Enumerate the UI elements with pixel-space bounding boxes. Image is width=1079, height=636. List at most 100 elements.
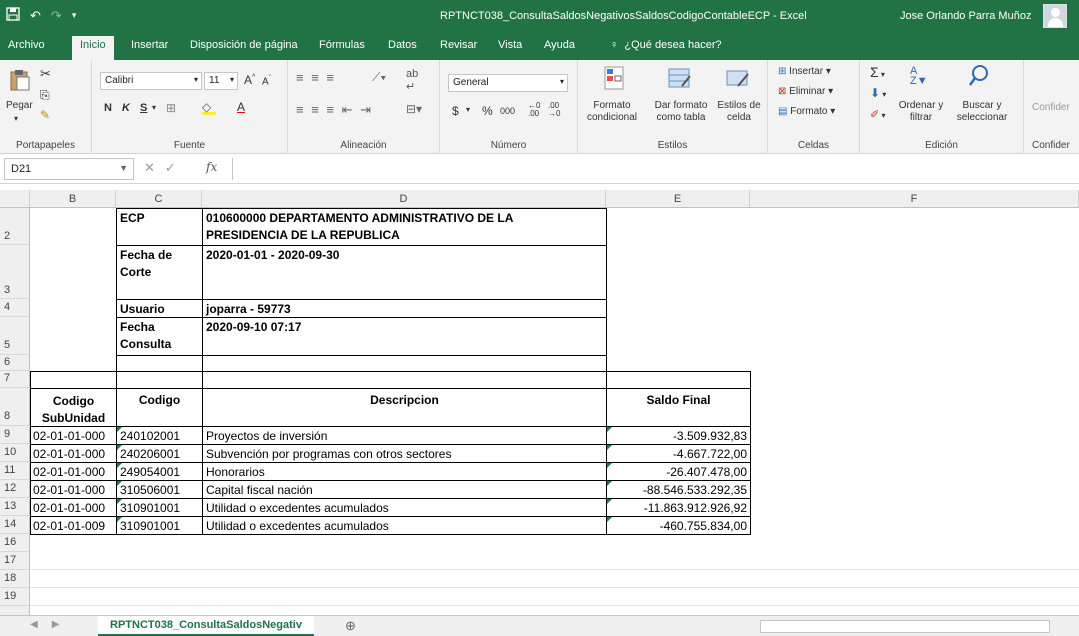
orientation-icon[interactable]: ⟋▾ <box>372 70 386 85</box>
header-descripcion[interactable]: Descripcion <box>202 388 607 427</box>
cell-fecha-consulta-label[interactable]: Fecha Consulta <box>116 317 203 356</box>
row-header[interactable]: 5 <box>0 317 30 355</box>
cell-usuario-value[interactable]: joparra - 59773 <box>202 299 607 318</box>
insert-function-button[interactable]: fx <box>206 160 217 174</box>
decrease-decimal-icon[interactable]: .00 →0 <box>548 102 560 118</box>
shrink-font-icon[interactable]: Aˇ <box>262 75 271 87</box>
fill-color-icon[interactable]: ◇ <box>202 100 216 115</box>
italic-button[interactable]: K <box>122 102 130 114</box>
row-header[interactable]: 3 <box>0 245 30 299</box>
error-indicator-icon[interactable] <box>607 427 612 432</box>
add-sheet-icon[interactable]: ⊕ <box>345 618 356 634</box>
cell-empty-b7[interactable] <box>30 371 117 389</box>
cell-usuario-label[interactable]: Usuario <box>116 299 203 318</box>
error-indicator-icon[interactable] <box>607 481 612 486</box>
row-header[interactable]: 7 <box>0 371 30 388</box>
cell-descripcion[interactable]: Capital fiscal nación <box>202 480 607 499</box>
format-painter-icon[interactable]: ✎ <box>40 108 50 122</box>
cell-saldo[interactable]: -88.546.533.292,35 <box>606 480 751 499</box>
row-header[interactable]: 2 <box>0 208 30 245</box>
header-saldo-final[interactable]: Saldo Final <box>606 388 751 427</box>
error-indicator-icon[interactable] <box>117 445 122 450</box>
row-header[interactable]: 9 <box>0 426 30 444</box>
column-header-f[interactable]: F <box>750 190 1079 208</box>
chevron-down-icon[interactable]: ▾ <box>466 105 470 114</box>
cell-empty-d6[interactable] <box>202 355 607 372</box>
paste-button[interactable]: Pegar <box>6 100 33 111</box>
error-indicator-icon[interactable] <box>607 517 612 522</box>
header-codigo-subunidad[interactable]: Codigo SubUnidad <box>30 388 117 427</box>
grow-font-icon[interactable]: A^ <box>244 73 255 87</box>
delete-cells-button[interactable]: ⊠ Eliminar ▾ <box>778 86 833 97</box>
next-sheet-icon[interactable]: ▶ <box>52 619 74 630</box>
tab-vista[interactable]: Vista <box>498 39 522 51</box>
cell-saldo[interactable]: -11.863.912.926,92 <box>606 498 751 517</box>
row-header[interactable] <box>0 606 30 615</box>
tab-formulas[interactable]: Fórmulas <box>319 39 365 51</box>
save-icon[interactable] <box>6 7 20 24</box>
cell-saldo[interactable]: -4.667.722,00 <box>606 444 751 463</box>
horizontal-scrollbar[interactable] <box>760 620 1050 633</box>
error-indicator-icon[interactable] <box>117 481 122 486</box>
error-indicator-icon[interactable] <box>607 499 612 504</box>
paste-dropdown-icon[interactable]: ▾ <box>14 114 18 123</box>
cell-descripcion[interactable]: Utilidad o excedentes acumulados <box>202 516 607 535</box>
avatar[interactable] <box>1043 4 1067 28</box>
error-indicator-icon[interactable] <box>117 463 122 468</box>
tab-insertar[interactable]: Insertar <box>131 39 168 51</box>
conditional-format-icon[interactable] <box>604 66 624 93</box>
row-header[interactable]: 4 <box>0 299 30 317</box>
row-header[interactable]: 6 <box>0 355 30 371</box>
header-codigo[interactable]: Codigo <box>116 388 203 427</box>
cell-saldo[interactable]: -460.755.834,00 <box>606 516 751 535</box>
clear-icon[interactable]: ✐ ▾ <box>870 108 885 121</box>
cancel-icon[interactable]: ✕ <box>144 160 165 175</box>
row-header[interactable]: 12 <box>0 480 30 498</box>
horizontal-align-icons[interactable]: ≡ ≡ ≡ ⇤ ⇥ <box>296 102 373 118</box>
underline-button[interactable]: S <box>140 102 147 114</box>
cell-codigo[interactable]: 249054001 <box>116 462 203 481</box>
row-header[interactable]: 19 <box>0 588 30 606</box>
cell-empty-c6[interactable] <box>116 355 203 372</box>
borders-icon[interactable]: ⊞ <box>166 101 176 115</box>
cell-empty-d7[interactable] <box>202 371 607 389</box>
name-box[interactable]: D21 ▼ <box>4 158 134 180</box>
bold-button[interactable]: N <box>104 102 112 114</box>
row-header[interactable]: 11 <box>0 462 30 480</box>
confidential-button[interactable]: Confider <box>1032 102 1070 113</box>
cell-empty-c7[interactable] <box>116 371 203 389</box>
user-name[interactable]: Jose Orlando Parra Muñoz <box>900 10 1031 22</box>
font-color-icon[interactable]: A <box>237 100 245 114</box>
error-indicator-icon[interactable] <box>117 517 122 522</box>
cell-ecp-label[interactable]: ECP <box>116 208 203 246</box>
font-size-select[interactable]: 11 ▾ <box>204 72 238 90</box>
tab-revisar[interactable]: Revisar <box>440 39 477 51</box>
insert-cells-button[interactable]: ⊞ Insertar ▾ <box>778 66 831 77</box>
cell-descripcion[interactable]: Proyectos de inversión <box>202 426 607 445</box>
cell-codigo[interactable]: 310901001 <box>116 498 203 517</box>
tab-archivo[interactable]: Archivo <box>8 39 45 51</box>
row-header[interactable]: 17 <box>0 552 30 570</box>
cell-codigo[interactable]: 310506001 <box>116 480 203 499</box>
find-select-icon[interactable] <box>968 64 990 91</box>
row-header[interactable]: 14 <box>0 516 30 534</box>
error-indicator-icon[interactable] <box>607 463 612 468</box>
copy-icon[interactable]: ⎘ <box>40 88 50 103</box>
cell-saldo[interactable]: -3.509.932,83 <box>606 426 751 445</box>
vertical-align-icons[interactable]: ≡ ≡ ≡ <box>296 70 336 85</box>
number-format-select[interactable]: General ▾ <box>448 74 568 92</box>
sheet-tab-active[interactable]: RPTNCT038_ConsultaSaldosNegativ <box>98 616 314 636</box>
tab-datos[interactable]: Datos <box>388 39 417 51</box>
prev-sheet-icon[interactable]: ◀ <box>30 619 52 630</box>
cell-subunidad[interactable]: 02-01-01-000 <box>30 444 117 463</box>
column-header-b[interactable]: B <box>30 190 116 208</box>
find-select-button[interactable]: Buscar y seleccionar <box>950 100 1014 124</box>
tab-disposicion[interactable]: Disposición de página <box>190 39 298 51</box>
select-all-corner[interactable] <box>0 190 30 208</box>
cell-subunidad[interactable]: 02-01-01-000 <box>30 426 117 445</box>
row-header[interactable]: 18 <box>0 570 30 588</box>
cell-subunidad[interactable]: 02-01-01-000 <box>30 462 117 481</box>
format-as-table-button[interactable]: Dar formato como tabla <box>648 100 714 124</box>
cell-saldo[interactable]: -26.407.478,00 <box>606 462 751 481</box>
error-indicator-icon[interactable] <box>117 427 122 432</box>
